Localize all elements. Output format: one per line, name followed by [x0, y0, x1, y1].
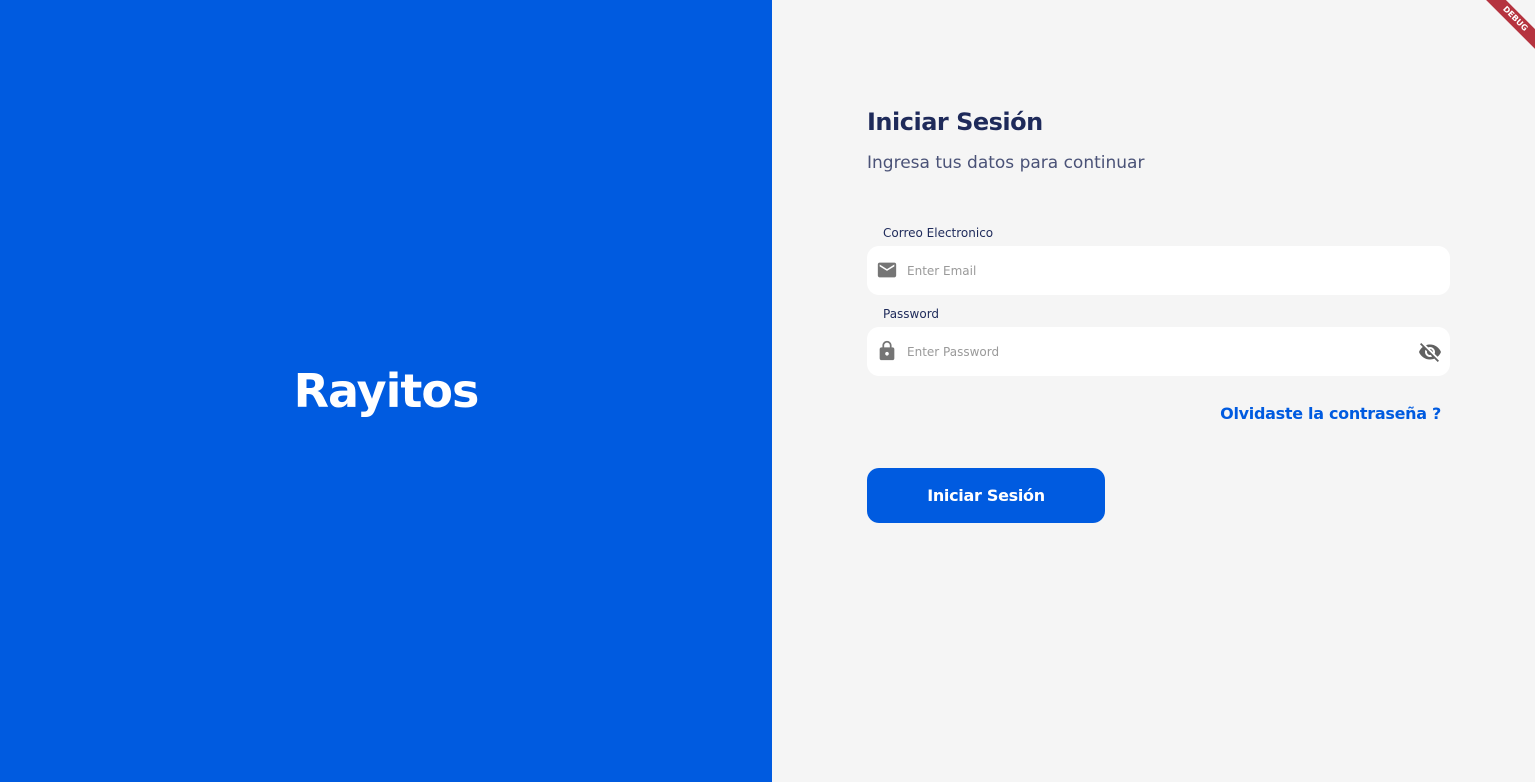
email-input[interactable] — [907, 246, 1407, 295]
email-label: Correo Electronico — [883, 226, 994, 240]
eye-off-icon[interactable] — [1418, 340, 1442, 364]
password-label: Password — [883, 307, 940, 321]
brand-logo-text: Rayitos — [293, 364, 480, 418]
login-form-panel: Iniciar Sesión Ingresa tus datos para co… — [772, 0, 1535, 782]
debug-banner-label: DEBUG — [1481, 0, 1535, 53]
login-page: Rayitos Iniciar Sesión Ingresa tus datos… — [0, 0, 1535, 782]
page-title: Iniciar Sesión — [867, 108, 1043, 136]
lock-icon — [876, 340, 898, 362]
page-subtitle: Ingresa tus datos para continuar — [867, 153, 1145, 173]
email-field[interactable] — [867, 246, 1450, 295]
login-button[interactable]: Iniciar Sesión — [867, 468, 1105, 523]
brand-panel: Rayitos — [0, 0, 772, 782]
mail-icon — [876, 259, 898, 281]
debug-banner: DEBUG — [1475, 0, 1535, 60]
forgot-password-link[interactable]: Olvidaste la contraseña ? — [1220, 404, 1441, 423]
password-input[interactable] — [907, 327, 1407, 376]
password-field[interactable] — [867, 327, 1450, 376]
